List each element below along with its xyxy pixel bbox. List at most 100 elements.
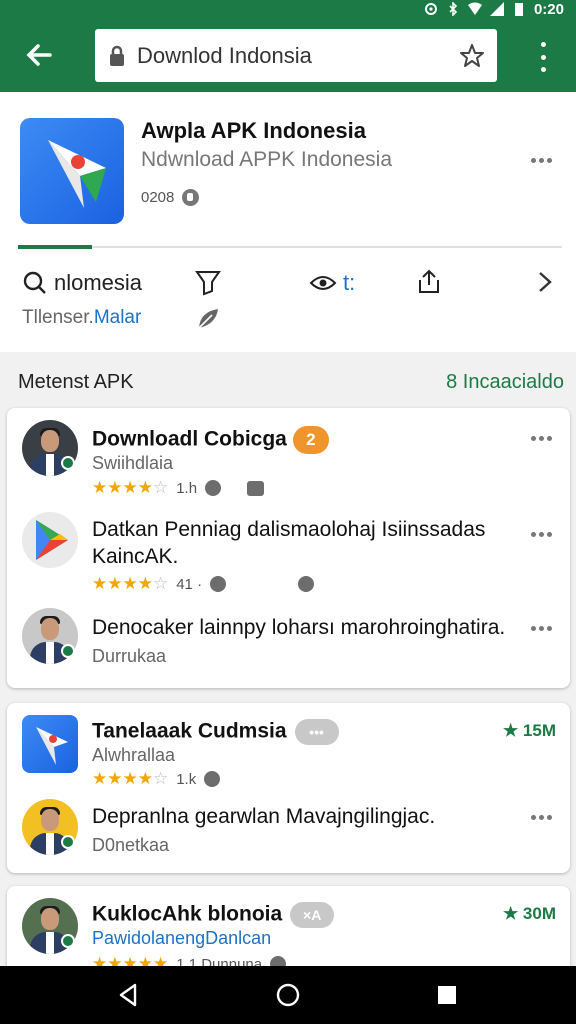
item-rating: ★★★★☆ 1.h — [92, 478, 265, 498]
paper-plane-icon — [48, 140, 106, 208]
globe-icon — [204, 771, 221, 787]
nav-recents-icon[interactable] — [434, 982, 460, 1008]
funnel-icon — [195, 271, 221, 296]
section-see-all[interactable]: 8 Incaacialdo — [446, 371, 564, 394]
globe-icon — [205, 480, 222, 496]
star-rating-icon: ★★★★☆ — [92, 574, 169, 593]
verified-badge-icon — [61, 934, 75, 948]
nav-home-icon[interactable] — [275, 982, 301, 1008]
rating-text: 41 · — [176, 575, 203, 593]
item-more-button[interactable] — [531, 436, 552, 441]
info-icon — [182, 189, 200, 206]
star-rating-icon: ★★★★☆ — [92, 769, 169, 788]
globe-icon — [210, 576, 227, 592]
leaf-icon — [198, 309, 218, 329]
item-title: Depranlna gearwlan Mavajngilingjac. — [92, 805, 436, 828]
item-more-button[interactable] — [531, 532, 552, 537]
rating-text: 1.k — [176, 770, 197, 788]
section-title: Metenst APK — [18, 371, 134, 393]
item-title: Tanelaaak Cudmsia ••• — [92, 719, 339, 745]
app-icon — [22, 715, 78, 773]
paper-plane-icon — [36, 727, 68, 765]
app-meta-text: 0208 — [141, 189, 175, 206]
arrow-left-icon — [26, 44, 52, 66]
app-bar: 0:20 Downlod Indonsia — [0, 0, 576, 92]
device-icon — [247, 480, 265, 496]
search-icon — [23, 271, 46, 294]
search-bar[interactable]: Downlod Indonsia — [95, 29, 497, 82]
eye-icon — [309, 276, 337, 290]
item-subtitle: D0netkaa — [92, 835, 170, 855]
overflow-menu-button[interactable] — [535, 42, 551, 72]
system-nav-bar — [0, 966, 576, 1024]
share-action[interactable] — [416, 268, 442, 296]
action-row: nlomesia t: — [0, 264, 576, 304]
item-title-text: Tanelaaak Cudmsia — [92, 719, 287, 743]
list-item[interactable]: Downloadl Cobicga 2 Swiihdlaia ★★★★☆ 1.h — [7, 408, 570, 504]
count-badge: 2 — [292, 426, 329, 454]
list-item[interactable]: Tanelaaak Cudmsia ••• Alwhrallaa ★★★★☆ 1.… — [7, 703, 570, 793]
verified-badge-icon — [61, 644, 75, 658]
back-button[interactable] — [22, 38, 56, 72]
nav-back-icon[interactable] — [115, 982, 141, 1008]
app-title: Awpla APK Indonesia — [141, 118, 366, 143]
app-size: ★ 30M — [502, 904, 556, 923]
app-tags: Tllenser.Malar — [22, 307, 141, 329]
battery-icon — [514, 3, 523, 16]
cast-action-label: t: — [343, 270, 356, 295]
app-size-text: 30M — [522, 904, 556, 923]
verified-badge-icon — [61, 456, 75, 470]
item-title: KuklocAhk blonoia ×A — [92, 902, 335, 928]
item-subtitle: Swiihdlaia — [92, 453, 174, 473]
item-subtitle: Durrukaa — [92, 646, 167, 666]
item-more-button[interactable] — [531, 815, 552, 820]
app-meta: 0208 — [141, 189, 200, 206]
star-rating-icon: ★★★★☆ — [92, 478, 169, 497]
item-rating: ★★★★☆ 41 · — [92, 574, 315, 594]
app-size-text: 15M — [522, 721, 556, 740]
result-card-2: Tanelaaak Cudmsia ••• Alwhrallaa ★★★★☆ 1.… — [7, 703, 570, 873]
cast-action[interactable]: t: — [309, 270, 355, 296]
result-card-1: Downloadl Cobicga 2 Swiihdlaia ★★★★☆ 1.h … — [7, 408, 570, 688]
filter-action[interactable] — [194, 268, 222, 296]
play-store-icon — [22, 512, 78, 568]
item-title-line2: KaincAK. — [92, 545, 179, 568]
share-icon — [419, 269, 439, 293]
rating-text: 1.h — [176, 479, 198, 497]
item-title: Datkan Penniag dalismaolohaj Isiinssadas — [92, 518, 486, 541]
tag-badge: ×A — [290, 902, 335, 928]
app-icon[interactable] — [20, 118, 124, 224]
app-subtitle: Ndwnload APPK Indonesia — [141, 148, 393, 171]
item-subtitle: Alwhrallaa — [92, 745, 176, 765]
app-more-button[interactable] — [531, 158, 552, 163]
signal-icon — [489, 2, 504, 16]
wifi-icon — [467, 2, 482, 15]
item-title: Downloadl Cobicga 2 — [92, 426, 329, 454]
search-query[interactable]: Downlod Indonsia — [137, 43, 459, 69]
tag-blue[interactable]: Malar — [94, 307, 142, 328]
item-title: Denocaker lainnpy loharsı marohroinghati… — [92, 616, 506, 639]
item-title-text: KuklocAhk blonoia — [92, 902, 283, 926]
chevron-right-icon — [539, 272, 552, 292]
lock-icon — [110, 45, 124, 66]
status-time: 0:20 — [533, 0, 564, 18]
item-subtitle[interactable]: PawidolanengDanlcan — [92, 928, 271, 949]
tag-badge: ••• — [294, 719, 339, 745]
search-action[interactable]: nlomesia — [22, 270, 142, 296]
app-size: ★ 15M — [502, 721, 556, 740]
item-rating: ★★★★☆ 1.k — [92, 769, 221, 789]
status-bar: 0:20 — [424, 0, 564, 18]
app-header: Awpla APK Indonesia Ndwnload APPK Indone… — [0, 92, 576, 352]
tag-gray: Tllenser. — [22, 307, 94, 328]
star-outline-icon[interactable] — [459, 43, 485, 69]
bluetooth-icon — [449, 2, 458, 16]
list-item[interactable]: Datkan Penniag dalismaolohaj Isiinssadas… — [7, 504, 570, 602]
list-item[interactable]: Depranlna gearwlan Mavajngilingjac. D0ne… — [7, 793, 570, 873]
tab-indicator — [18, 245, 562, 249]
search-action-label: nlomesia — [54, 270, 143, 295]
verified-badge-icon — [61, 835, 75, 849]
list-item[interactable]: Denocaker lainnpy loharsı marohroinghati… — [7, 602, 570, 688]
item-more-button[interactable] — [531, 626, 552, 631]
item-title-text: Downloadl Cobicga — [92, 427, 287, 451]
next-action[interactable] — [536, 270, 554, 294]
